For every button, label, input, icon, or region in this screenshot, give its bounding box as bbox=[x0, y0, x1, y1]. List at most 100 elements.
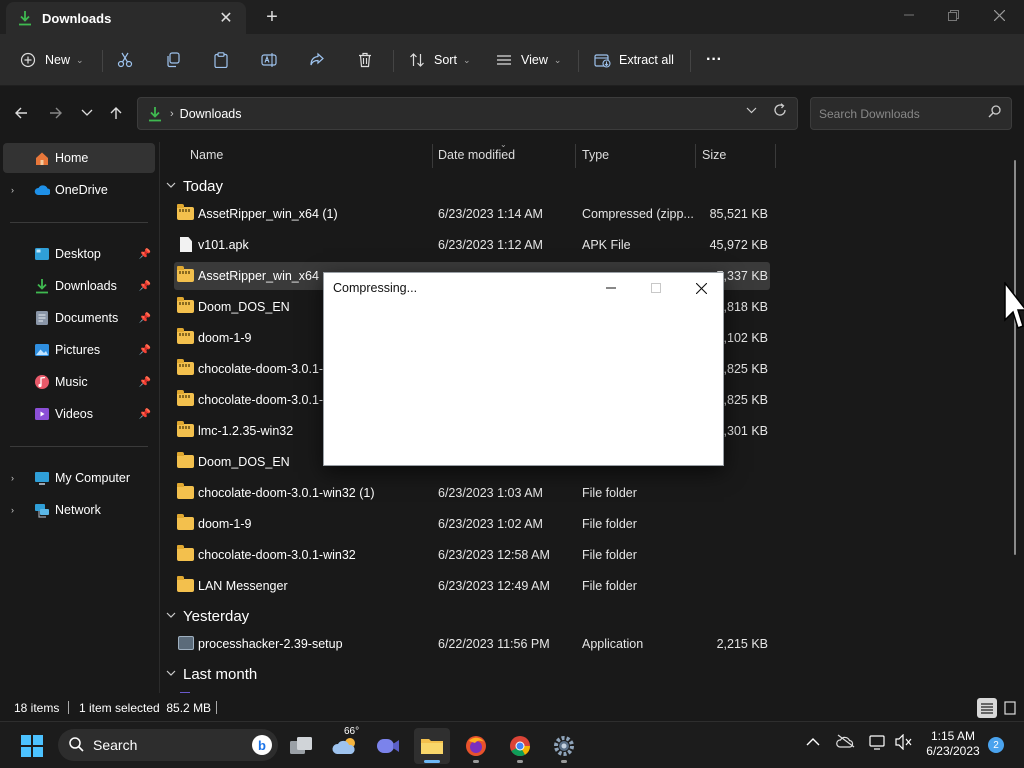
volume-muted-icon[interactable] bbox=[895, 733, 913, 753]
file-row[interactable]: chocolate-doom-3.0.1-win32 (1) 6/23/2023 … bbox=[174, 479, 770, 507]
expand-chevron-icon[interactable]: › bbox=[11, 505, 14, 515]
file-explorer-button[interactable] bbox=[414, 728, 450, 764]
address-bar[interactable]: › Downloads bbox=[137, 97, 798, 130]
new-button[interactable]: New ⌄ bbox=[20, 46, 84, 74]
firefox-button[interactable] bbox=[458, 728, 494, 764]
system-clock[interactable]: 1:15 AM 6/23/2023 bbox=[924, 729, 982, 759]
file-size: 5,301 KB bbox=[716, 424, 768, 438]
tab-downloads[interactable]: Downloads ✕ bbox=[6, 2, 246, 34]
extract-all-button[interactable]: Extract all bbox=[594, 46, 674, 74]
task-view-button[interactable] bbox=[283, 728, 319, 764]
running-indicator bbox=[473, 760, 479, 763]
sidebar-item-documents[interactable]: Documents 📌 bbox=[3, 303, 155, 333]
column-header-date[interactable]: Date modified bbox=[438, 142, 515, 168]
file-row[interactable]: processhacker-2.39-setup 6/22/2023 11:56 … bbox=[174, 630, 770, 658]
file-row[interactable]: v101.apk 6/23/2023 1:12 AM APK File 45,972 … bbox=[174, 231, 770, 259]
sidebar-item-videos[interactable]: Videos 📌 bbox=[3, 399, 155, 429]
maximize-icon bbox=[651, 283, 661, 293]
restore-button[interactable] bbox=[930, 0, 976, 30]
up-button[interactable] bbox=[103, 100, 129, 126]
scrollbar-thumb[interactable] bbox=[1014, 160, 1016, 555]
folder-icon bbox=[177, 576, 195, 594]
tray-overflow-icon[interactable] bbox=[806, 734, 820, 750]
zip-folder-icon bbox=[177, 297, 195, 315]
file-name: AssetRipper_win_x64 (1) bbox=[198, 207, 338, 221]
chevron-down-icon bbox=[81, 109, 93, 116]
details-view-button[interactable] bbox=[977, 698, 997, 718]
file-type: File folder bbox=[582, 579, 637, 593]
delete-button[interactable] bbox=[357, 46, 373, 74]
plus-circle-icon bbox=[20, 52, 36, 68]
meet-app-button[interactable] bbox=[370, 728, 406, 764]
refresh-icon[interactable] bbox=[773, 103, 787, 121]
view-button[interactable]: View ⌄ bbox=[496, 46, 561, 74]
sidebar-item-my-computer[interactable]: › My Computer bbox=[3, 463, 155, 493]
search-icon[interactable] bbox=[988, 105, 1001, 121]
file-date-modified: 6/23/2023 12:58 AM bbox=[438, 548, 550, 562]
file-row[interactable]: AssetRipper_win_x64 (1) 6/23/2023 1:14 AM… bbox=[174, 200, 770, 228]
column-separator[interactable] bbox=[775, 144, 776, 168]
paste-button[interactable] bbox=[213, 46, 229, 74]
column-header-name[interactable]: Name bbox=[190, 142, 223, 168]
close-tab-icon[interactable]: ✕ bbox=[214, 6, 238, 30]
group-header-yesterday[interactable]: Yesterday bbox=[166, 604, 249, 628]
close-window-button[interactable] bbox=[976, 0, 1022, 30]
rename-button[interactable] bbox=[261, 46, 277, 74]
cut-button[interactable] bbox=[117, 46, 133, 74]
expand-chevron-icon[interactable]: › bbox=[11, 473, 14, 483]
file-size: 4,102 KB bbox=[716, 331, 768, 345]
sidebar-item-network[interactable]: › Network bbox=[3, 495, 155, 525]
column-header-size[interactable]: Size bbox=[702, 142, 726, 168]
dialog-minimize-button[interactable] bbox=[588, 273, 634, 303]
pictures-icon bbox=[34, 342, 50, 358]
sidebar-item-music[interactable]: Music 📌 bbox=[3, 367, 155, 397]
dialog-close-button[interactable] bbox=[678, 273, 724, 303]
onedrive-status-icon[interactable] bbox=[836, 734, 856, 751]
settings-button[interactable] bbox=[546, 728, 582, 764]
start-button[interactable] bbox=[14, 728, 50, 764]
taskbar-search[interactable]: Search b bbox=[58, 729, 278, 761]
sort-button[interactable]: Sort ⌄ bbox=[409, 46, 470, 74]
file-name: Doom_DOS_EN bbox=[198, 455, 290, 469]
file-date-modified: 6/23/2023 1:12 AM bbox=[438, 238, 543, 252]
column-separator[interactable] bbox=[575, 144, 576, 168]
weather-widget[interactable]: 66° bbox=[328, 726, 364, 764]
tiles-view-button[interactable] bbox=[1000, 698, 1020, 718]
sidebar-item-pictures[interactable]: Pictures 📌 bbox=[3, 335, 155, 365]
column-separator[interactable] bbox=[432, 144, 433, 168]
copy-button[interactable] bbox=[165, 46, 181, 74]
sidebar-item-onedrive[interactable]: › OneDrive bbox=[3, 175, 155, 205]
column-separator[interactable] bbox=[695, 144, 696, 168]
sidebar-item-label: OneDrive bbox=[55, 183, 108, 197]
file-row[interactable]: LAN Messenger 6/23/2023 12:49 AM File fold… bbox=[174, 572, 770, 600]
zip-folder-icon bbox=[177, 266, 195, 284]
sidebar-item-desktop[interactable]: Desktop 📌 bbox=[3, 239, 155, 269]
sidebar-item-downloads[interactable]: Downloads 📌 bbox=[3, 271, 155, 301]
group-header-last-month[interactable]: Last month bbox=[166, 662, 257, 686]
group-header-today[interactable]: Today bbox=[166, 174, 223, 198]
more-options-button[interactable]: ··· bbox=[706, 46, 722, 74]
arrow-up-icon bbox=[110, 107, 122, 119]
tiles-view-icon bbox=[1004, 701, 1016, 715]
search-input[interactable] bbox=[819, 105, 979, 123]
recent-locations-button[interactable] bbox=[74, 100, 100, 126]
forward-button[interactable] bbox=[43, 100, 69, 126]
column-header-type[interactable]: Type bbox=[582, 142, 609, 168]
breadcrumb[interactable]: Downloads bbox=[180, 107, 242, 121]
sidebar-item-home[interactable]: Home bbox=[3, 143, 155, 173]
search-box[interactable] bbox=[810, 97, 1012, 130]
chrome-button[interactable] bbox=[502, 728, 538, 764]
minimize-button[interactable] bbox=[886, 0, 932, 30]
new-tab-button[interactable]: + bbox=[258, 4, 286, 30]
file-row[interactable]: chocolate-doom-3.0.1-win32 6/23/2023 12:5… bbox=[174, 541, 770, 569]
notification-badge[interactable]: 2 bbox=[988, 737, 1004, 753]
address-dropdown-icon[interactable] bbox=[746, 105, 757, 117]
expand-chevron-icon[interactable]: › bbox=[11, 185, 14, 195]
share-button[interactable] bbox=[309, 46, 325, 74]
network-status-icon[interactable] bbox=[869, 734, 887, 753]
dialog-title: Compressing... bbox=[333, 281, 418, 295]
file-row[interactable]: doom-1-9 6/23/2023 1:02 AM File folder bbox=[174, 510, 770, 538]
zip-folder-icon bbox=[177, 359, 195, 377]
file-type: File folder bbox=[582, 517, 637, 531]
back-button[interactable] bbox=[8, 100, 34, 126]
